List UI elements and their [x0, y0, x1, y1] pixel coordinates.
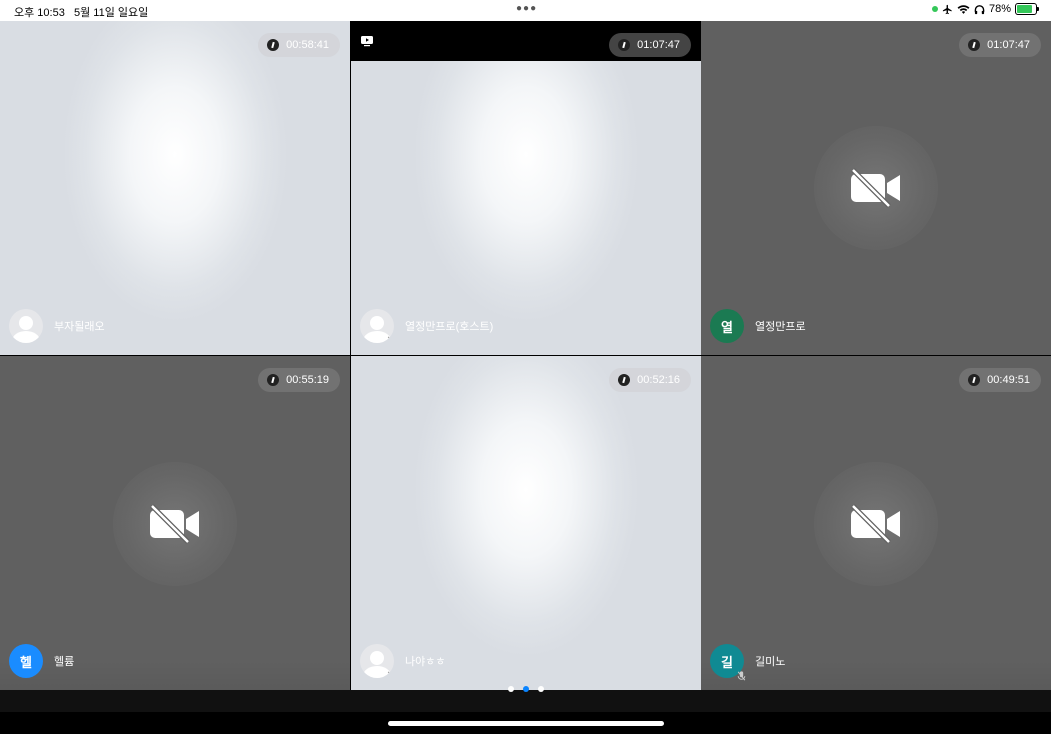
- participant-tile[interactable]: 00:52:16 나야ㅎㅎ: [351, 356, 701, 690]
- camera-off-indicator: [814, 126, 938, 250]
- participant-nameplate: 길 길미노: [710, 644, 786, 680]
- participant-tile[interactable]: 00:55:19 헬 헬륨: [0, 356, 350, 690]
- stopwatch-icon: [267, 374, 280, 386]
- participant-nameplate: 헬 헬륨: [9, 644, 74, 678]
- stopwatch-icon: [618, 39, 631, 51]
- participant-nameplate: 나야ㅎㅎ: [360, 644, 445, 678]
- page-dot-active[interactable]: [522, 686, 529, 692]
- page-indicator[interactable]: [0, 680, 1051, 698]
- stopwatch-icon: [968, 39, 981, 51]
- call-timer: 00:52:16: [609, 368, 691, 392]
- camera-off-indicator: [113, 462, 237, 586]
- call-timer: 00:49:51: [959, 368, 1041, 392]
- airplane-icon: [942, 4, 952, 14]
- call-timer: 00:55:19: [258, 368, 340, 392]
- call-timer: 01:07:47: [609, 33, 691, 57]
- avatar: 열: [710, 309, 744, 343]
- avatar: [9, 309, 43, 343]
- status-right: 78%: [931, 3, 1039, 15]
- wifi-icon: [957, 4, 970, 14]
- participant-name: 부자될래오: [54, 321, 105, 333]
- call-timer: 01:07:47: [959, 33, 1041, 57]
- camera-indicator-icon: [931, 6, 938, 12]
- participant-nameplate: 열정만프로(호스트): [360, 309, 493, 343]
- multitask-handle[interactable]: ●●●: [516, 3, 537, 14]
- video-off-icon: [150, 504, 199, 544]
- avatar: 길: [710, 644, 746, 680]
- battery-icon: [1015, 3, 1039, 15]
- video-off-icon: [851, 168, 900, 208]
- participant-nameplate: 열 열정만프로: [710, 309, 806, 343]
- home-indicator[interactable]: [388, 721, 664, 726]
- participant-name: 열정만프로: [755, 321, 806, 333]
- participant-name: 길미노: [755, 656, 786, 668]
- mic-off-icon: [386, 335, 394, 343]
- participant-name: 나야ㅎㅎ: [405, 656, 446, 668]
- status-bar: 오후 10:53 5월 11일 일요일 ●●● 78%: [0, 0, 1051, 21]
- screen-share-icon[interactable]: [360, 35, 374, 47]
- participant-name: 헬륨: [54, 656, 75, 668]
- call-timer: 00:58:41: [258, 33, 340, 57]
- stopwatch-icon: [618, 374, 631, 386]
- page-dot[interactable]: [507, 686, 514, 692]
- headphones-icon: [974, 4, 985, 14]
- page-dot[interactable]: [537, 686, 544, 692]
- avatar: 헬: [9, 644, 43, 678]
- avatar: [360, 644, 394, 678]
- participant-tile[interactable]: 01:07:47 열정만프로(호스트): [351, 21, 701, 355]
- participant-name: 열정만프로(호스트): [405, 321, 494, 333]
- participant-tile[interactable]: 01:07:47 열 열정만프로: [701, 21, 1051, 355]
- avatar: [360, 309, 394, 343]
- mic-off-icon: [386, 670, 394, 678]
- video-off-icon: [851, 504, 900, 544]
- stopwatch-icon: [267, 39, 280, 51]
- participant-tile[interactable]: 00:58:41 부자될래오: [0, 21, 350, 355]
- participant-tile[interactable]: 00:49:51 길 길미노: [701, 356, 1051, 690]
- battery-percent: 78%: [988, 3, 1011, 15]
- camera-off-indicator: [814, 462, 938, 586]
- participant-nameplate: 부자될래오: [9, 309, 105, 343]
- status-time: 오후 10:53 5월 11일 일요일: [14, 7, 149, 19]
- stopwatch-icon: [968, 374, 981, 386]
